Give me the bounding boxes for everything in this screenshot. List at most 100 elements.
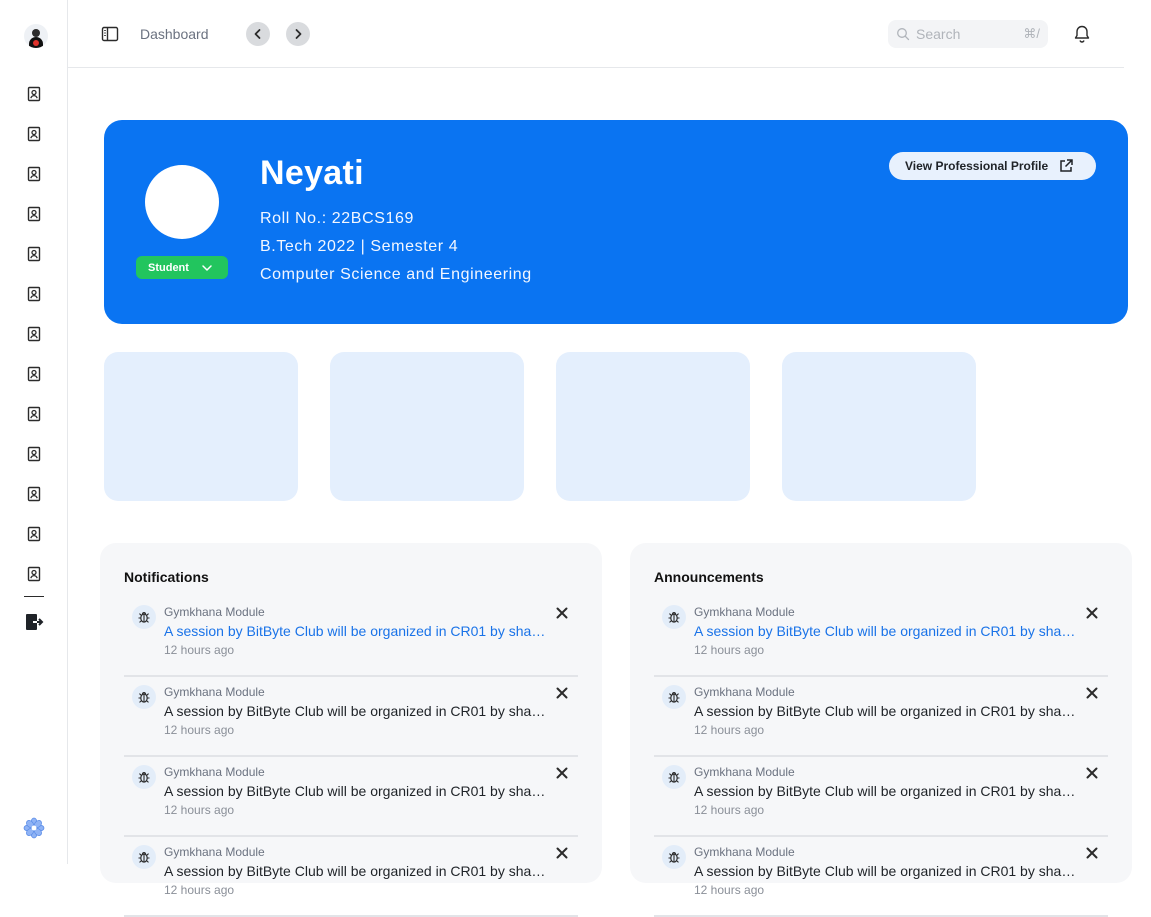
announcement-item[interactable]: Gymkhana Module A session by BitByte Clu…: [654, 757, 1108, 837]
notification-message[interactable]: A session by BitByte Club will be organi…: [164, 863, 548, 879]
close-icon[interactable]: [1084, 845, 1100, 861]
contact-icon: [27, 566, 41, 582]
contact-icon: [27, 286, 41, 302]
announcement-module: Gymkhana Module: [694, 765, 795, 779]
announcement-time: 12 hours ago: [694, 883, 765, 897]
profile-picture[interactable]: [145, 165, 219, 239]
announcement-module: Gymkhana Module: [694, 845, 795, 859]
sidebar-toggle-icon[interactable]: [100, 24, 120, 44]
notification-module: Gymkhana Module: [164, 845, 265, 859]
close-icon[interactable]: [554, 845, 570, 861]
sidebar-item-2[interactable]: [24, 124, 44, 144]
profile-banner: Student Neyati Roll No.: 22BCS169 B.Tech…: [104, 120, 1128, 324]
notification-module: Gymkhana Module: [164, 685, 265, 699]
close-icon[interactable]: [1084, 605, 1100, 621]
bell-icon[interactable]: [1072, 24, 1092, 44]
close-icon[interactable]: [1084, 685, 1100, 701]
announcement-item[interactable]: Gymkhana Module A session by BitByte Clu…: [654, 677, 1108, 757]
search-input[interactable]: Search ⌘/: [888, 20, 1048, 48]
view-professional-profile-button[interactable]: View Professional Profile: [889, 152, 1096, 180]
sidebar-item-12[interactable]: [24, 524, 44, 544]
sidebar-item-5[interactable]: [24, 244, 44, 264]
profile-program: B.Tech 2022 | Semester 4: [260, 238, 459, 255]
role-dropdown[interactable]: Student: [136, 256, 228, 279]
announcement-time: 12 hours ago: [694, 643, 765, 657]
user-avatar[interactable]: [24, 24, 48, 48]
logout-icon[interactable]: [24, 612, 44, 632]
notification-time: 12 hours ago: [164, 803, 235, 817]
sidebar-item-4[interactable]: [24, 204, 44, 224]
contact-icon: [27, 406, 41, 422]
profile-roll: Roll No.: 22BCS169: [260, 210, 414, 227]
announcement-message[interactable]: A session by BitByte Club will be organi…: [694, 783, 1078, 799]
stat-card-3[interactable]: [556, 352, 750, 501]
role-label: Student: [148, 261, 189, 274]
chevron-down-icon: [202, 264, 212, 271]
chevron-right-icon: [295, 29, 302, 39]
bug-icon: [662, 845, 686, 869]
sidebar-item-8[interactable]: [24, 364, 44, 384]
contact-icon: [27, 246, 41, 262]
announcement-item[interactable]: Gymkhana Module A session by BitByte Clu…: [654, 597, 1108, 677]
announcements-title: Announcements: [654, 569, 764, 585]
notification-item[interactable]: Gymkhana Module A session by BitByte Clu…: [124, 597, 578, 677]
contact-icon: [27, 166, 41, 182]
notification-message[interactable]: A session by BitByte Club will be organi…: [164, 783, 548, 799]
announcement-module: Gymkhana Module: [694, 685, 795, 699]
forward-button[interactable]: [286, 22, 310, 46]
sidebar-item-10[interactable]: [24, 444, 44, 464]
bug-icon: [132, 605, 156, 629]
sidebar-item-6[interactable]: [24, 284, 44, 304]
notification-message[interactable]: A session by BitByte Club will be organi…: [164, 623, 548, 639]
back-button[interactable]: [246, 22, 270, 46]
close-icon[interactable]: [554, 605, 570, 621]
sidebar-item-7[interactable]: [24, 324, 44, 344]
notification-item[interactable]: Gymkhana Module A session by BitByte Clu…: [124, 677, 578, 757]
professional-profile-label: View Professional Profile: [905, 159, 1049, 173]
announcements-panel: Announcements Gymkhana Module A session …: [630, 543, 1132, 917]
close-icon[interactable]: [554, 765, 570, 781]
notifications-title: Notifications: [124, 569, 209, 585]
announcement-item[interactable]: Gymkhana Module A session by BitByte Clu…: [654, 837, 1108, 917]
notification-time: 12 hours ago: [164, 723, 235, 737]
profile-department: Computer Science and Engineering: [260, 266, 532, 283]
close-icon[interactable]: [554, 685, 570, 701]
bug-icon: [662, 765, 686, 789]
sidebar-item-11[interactable]: [24, 484, 44, 504]
announcement-message[interactable]: A session by BitByte Club will be organi…: [694, 703, 1078, 719]
top-bar: Dashboard Search ⌘/: [68, 0, 1124, 68]
profile-name: Neyati: [260, 154, 364, 192]
announcement-message[interactable]: A session by BitByte Club will be organi…: [694, 863, 1078, 879]
stat-card-4[interactable]: [782, 352, 976, 501]
announcement-time: 12 hours ago: [694, 723, 765, 737]
contact-icon: [27, 86, 41, 102]
bug-icon: [132, 845, 156, 869]
sidebar-divider: [24, 596, 44, 597]
contact-icon: [27, 526, 41, 542]
stat-card-1[interactable]: [104, 352, 298, 501]
flower-logo-icon: [23, 817, 45, 839]
notification-message[interactable]: A session by BitByte Club will be organi…: [164, 703, 548, 719]
announcement-time: 12 hours ago: [694, 803, 765, 817]
bug-icon: [662, 605, 686, 629]
chevron-left-icon: [254, 29, 261, 39]
sidebar-item-9[interactable]: [24, 404, 44, 424]
notification-item[interactable]: Gymkhana Module A session by BitByte Clu…: [124, 837, 578, 917]
sidebar-item-13[interactable]: [24, 564, 44, 584]
sidebar-nav: [24, 84, 44, 604]
contact-icon: [27, 126, 41, 142]
search-icon: [897, 28, 910, 41]
sidebar-item-1[interactable]: [24, 84, 44, 104]
notification-item[interactable]: Gymkhana Module A session by BitByte Clu…: [124, 757, 578, 837]
announcement-message[interactable]: A session by BitByte Club will be organi…: [694, 623, 1078, 639]
close-icon[interactable]: [1084, 765, 1100, 781]
stat-card-2[interactable]: [330, 352, 524, 501]
sidebar-item-3[interactable]: [24, 164, 44, 184]
contact-icon: [27, 446, 41, 462]
bug-icon: [132, 685, 156, 709]
notification-time: 12 hours ago: [164, 643, 235, 657]
breadcrumb[interactable]: Dashboard: [140, 26, 209, 42]
contact-icon: [27, 366, 41, 382]
search-shortcut: ⌘/: [1023, 26, 1040, 41]
contact-icon: [27, 326, 41, 342]
